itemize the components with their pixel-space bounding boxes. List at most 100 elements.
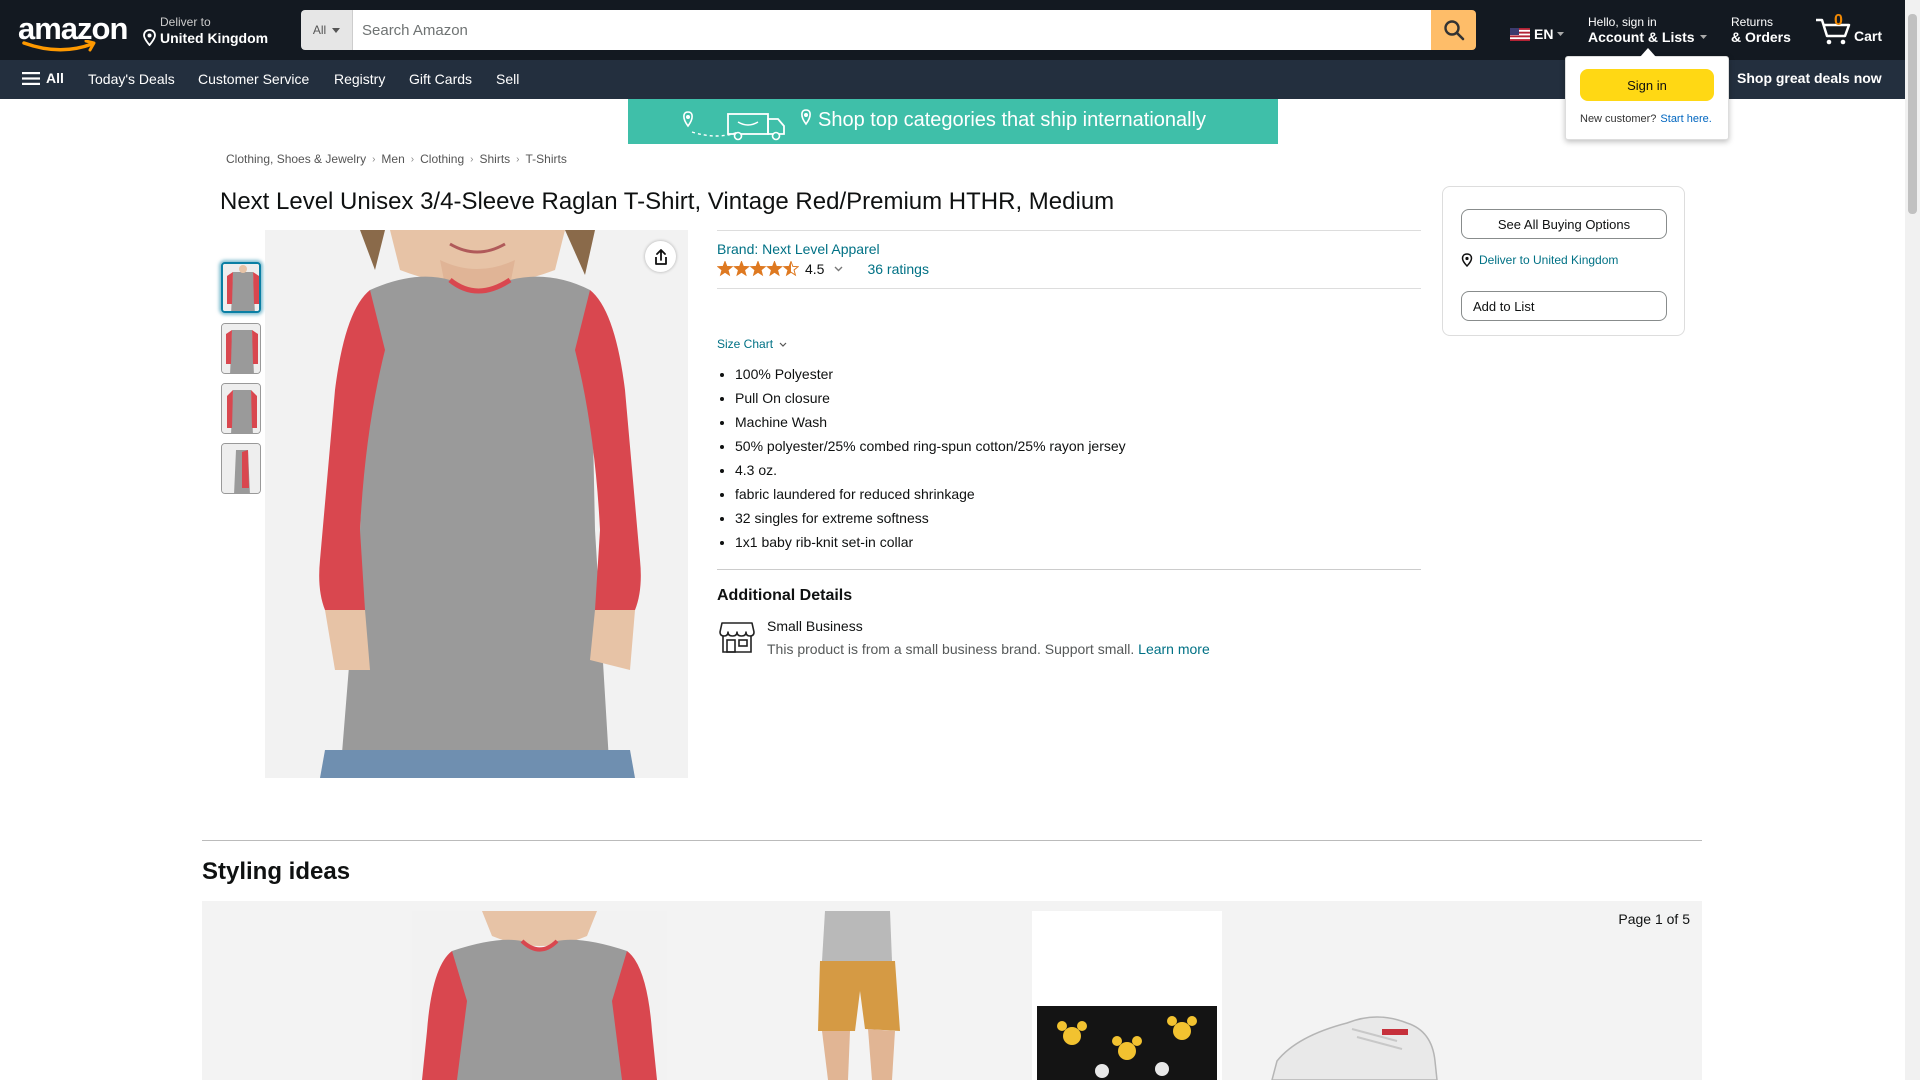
- account-greeting: Hello, sign in: [1588, 15, 1657, 29]
- breadcrumb-separator-icon: ›: [470, 153, 474, 165]
- chevron-down-icon[interactable]: [834, 266, 843, 272]
- caret-down-icon: [1557, 32, 1565, 36]
- flyout-arrow: [1640, 48, 1656, 57]
- nav-gift-cards[interactable]: Gift Cards: [409, 71, 472, 87]
- deliver-country: United Kingdom: [160, 29, 269, 46]
- star-icon: [717, 261, 734, 277]
- deliver-to[interactable]: Deliver to United Kingdom: [142, 15, 268, 46]
- nav-todays-deals[interactable]: Today's Deals: [88, 71, 175, 87]
- feature-bullet: 4.3 oz.: [735, 458, 1126, 482]
- page-scrollbar[interactable]: [1905, 0, 1920, 1080]
- styling-item-wallet[interactable]: [1032, 911, 1222, 1080]
- styling-item-sneaker[interactable]: [1257, 911, 1447, 1080]
- thumbnail-image[interactable]: [221, 262, 261, 313]
- thumbnail-image[interactable]: [221, 443, 261, 494]
- cart-button[interactable]: 0 Cart: [1814, 12, 1884, 48]
- language-selector[interactable]: EN: [1510, 26, 1565, 42]
- returns-label: Returns: [1731, 15, 1774, 29]
- feature-bullet: 50% polyester/25% combed ring-spun cotto…: [735, 434, 1126, 458]
- feature-bullets: 100% Polyester Pull On closure Machine W…: [735, 362, 1126, 554]
- small-business-description: This product is from a small business br…: [767, 641, 1210, 657]
- location-pin-icon: [1461, 253, 1473, 267]
- account-lists[interactable]: Hello, sign in Account & Lists: [1588, 15, 1707, 45]
- delivery-truck-icon: [683, 109, 811, 141]
- feature-bullet: Machine Wash: [735, 410, 1126, 434]
- signin-flyout: Sign in New customer? Start here.: [1565, 56, 1729, 140]
- nav-registry[interactable]: Registry: [334, 71, 385, 87]
- breadcrumb-item[interactable]: T-Shirts: [526, 152, 567, 166]
- search-category-label: All: [312, 23, 327, 37]
- product-title: Next Level Unisex 3/4-Sleeve Raglan T-Sh…: [220, 188, 1115, 215]
- scrollbar-thumb[interactable]: [1908, 14, 1917, 214]
- main-product-image[interactable]: [265, 230, 688, 778]
- breadcrumb-separator-icon: ›: [372, 153, 376, 165]
- brand-link[interactable]: Brand: Next Level Apparel: [717, 241, 880, 257]
- thumbnail-image[interactable]: [221, 383, 261, 434]
- breadcrumb: Clothing, Shoes & Jewelry › Men › Clothi…: [226, 152, 567, 166]
- language-label: EN: [1534, 26, 1554, 42]
- size-chart-link[interactable]: Size Chart: [717, 337, 787, 351]
- us-flag-icon: [1510, 27, 1530, 41]
- shop-deals-promo[interactable]: Shop great deals now: [1737, 70, 1882, 86]
- product-page: amazon Deliver to United Kingdom All Sea…: [0, 0, 1920, 1080]
- small-business-title: Small Business: [767, 618, 863, 634]
- hamburger-menu-icon: [22, 71, 40, 85]
- star-icon: [733, 261, 750, 277]
- cart-label: Cart: [1854, 28, 1883, 44]
- deliver-label: Deliver to: [160, 15, 211, 29]
- breadcrumb-item[interactable]: Clothing, Shoes & Jewelry: [226, 152, 366, 166]
- amazon-logo[interactable]: amazon: [18, 13, 128, 52]
- breadcrumb-item[interactable]: Shirts: [479, 152, 510, 166]
- divider: [717, 288, 1421, 289]
- breadcrumb-item[interactable]: Men: [381, 152, 404, 166]
- account-lists-label: Account & Lists: [1588, 29, 1695, 45]
- add-to-list-button[interactable]: Add to List: [1461, 291, 1667, 321]
- styling-item-shorts[interactable]: [800, 911, 920, 1080]
- smile-arrow-icon: [22, 40, 96, 52]
- breadcrumb-item[interactable]: Clothing: [420, 152, 464, 166]
- top-nav: amazon Deliver to United Kingdom All Sea…: [0, 0, 1905, 60]
- see-all-buying-options-button[interactable]: See All Buying Options: [1461, 209, 1667, 239]
- start-here-link[interactable]: Start here.: [1660, 113, 1711, 125]
- nav-customer-service[interactable]: Customer Service: [198, 71, 309, 87]
- feature-bullet: 1x1 baby rib-knit set-in collar: [735, 530, 1126, 554]
- small-business-text: This product is from a small business br…: [767, 641, 1135, 657]
- deliver-to-link[interactable]: Deliver to United Kingdom: [1461, 253, 1618, 267]
- rating-value: 4.5: [805, 261, 825, 277]
- feature-bullet: fabric laundered for reduced shrinkage: [735, 482, 1126, 506]
- ratings-count-link[interactable]: 36 ratings: [867, 261, 928, 277]
- returns-orders[interactable]: Returns & Orders: [1731, 15, 1791, 45]
- star-icon: [766, 261, 783, 277]
- caret-down-icon: [332, 27, 341, 33]
- nav-sell[interactable]: Sell: [496, 71, 519, 87]
- all-menu-button[interactable]: All: [22, 70, 64, 86]
- all-menu-label: All: [46, 70, 64, 86]
- search-bar: All: [301, 10, 1476, 50]
- feature-bullet: 32 singles for extreme softness: [735, 506, 1126, 530]
- orders-label: & Orders: [1731, 29, 1791, 45]
- feature-bullet: 100% Polyester: [735, 362, 1126, 386]
- styling-item-shirt[interactable]: [412, 911, 667, 1080]
- international-shipping-banner[interactable]: Shop top categories that ship internatio…: [628, 99, 1278, 144]
- star-rating-icon[interactable]: [717, 261, 799, 277]
- deliver-to-label: Deliver to United Kingdom: [1479, 253, 1619, 267]
- caret-down-icon: [1699, 35, 1707, 39]
- styling-ideas-heading: Styling ideas: [202, 858, 351, 885]
- search-button[interactable]: [1431, 10, 1476, 50]
- share-icon: [654, 248, 667, 265]
- star-icon: [782, 261, 799, 277]
- location-pin-icon: [143, 29, 156, 46]
- share-button[interactable]: [645, 241, 676, 272]
- thumbnail-image[interactable]: [221, 323, 261, 374]
- rating-row: 4.5 36 ratings: [717, 261, 929, 277]
- feature-bullet: Pull On closure: [735, 386, 1126, 410]
- store-icon: [719, 622, 755, 653]
- breadcrumb-separator-icon: ›: [516, 153, 520, 165]
- section-divider: [202, 840, 1702, 841]
- divider: [717, 569, 1421, 570]
- search-input[interactable]: [353, 10, 1431, 50]
- search-category-dropdown[interactable]: All: [301, 10, 353, 50]
- size-chart-label: Size Chart: [717, 337, 774, 351]
- learn-more-link[interactable]: Learn more: [1138, 641, 1210, 657]
- signin-button[interactable]: Sign in: [1580, 69, 1714, 101]
